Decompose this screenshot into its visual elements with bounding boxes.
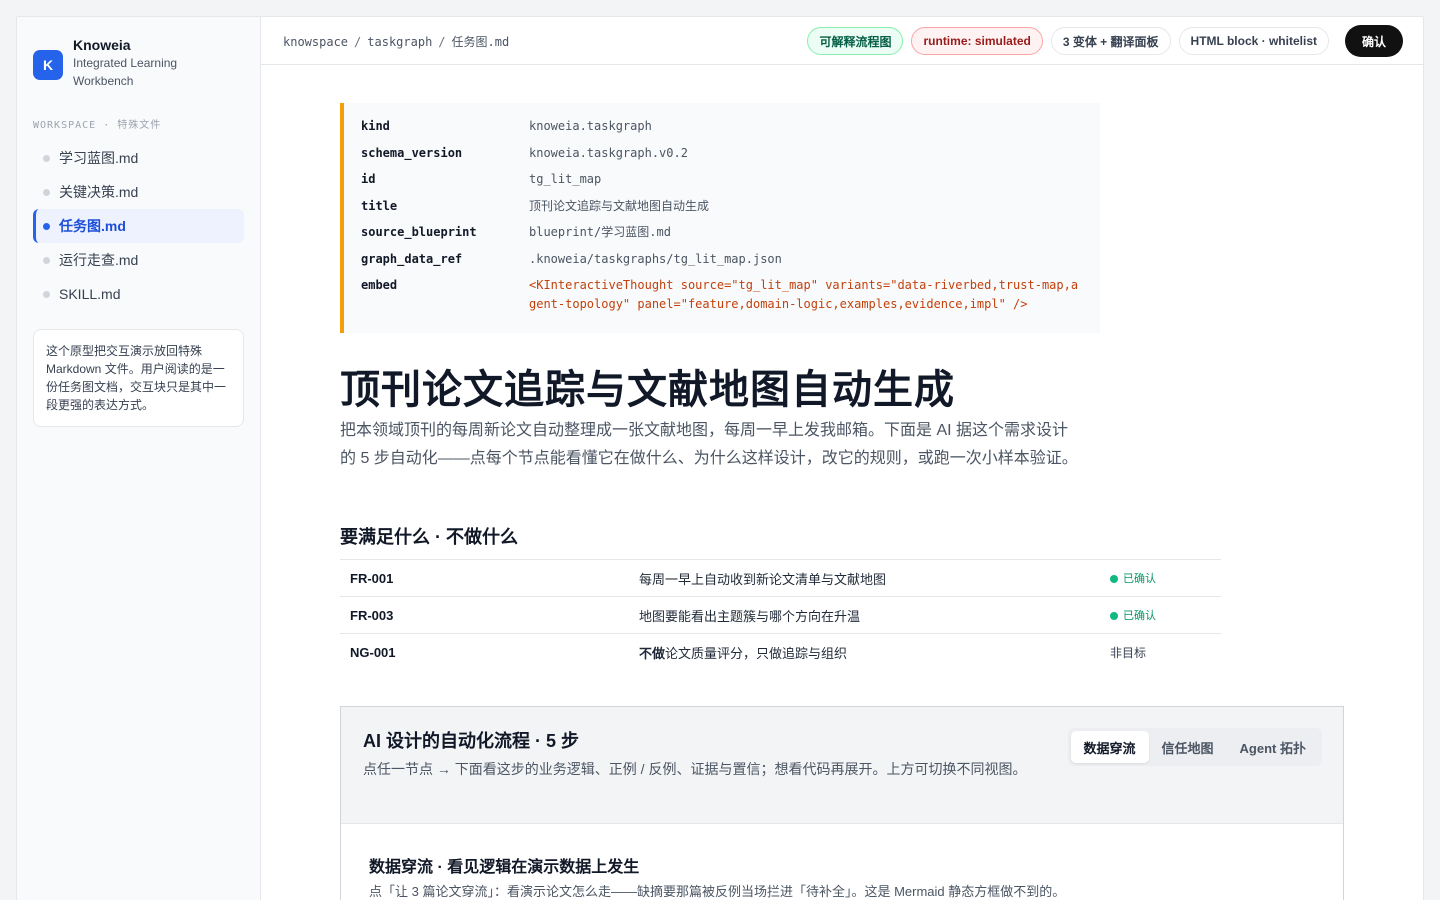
frontmatter-block: kind knoweia.taskgraph schema_version know…	[340, 103, 1100, 333]
workspace-section-label: WORKSPACE · 特殊文件	[33, 120, 162, 131]
table-row[interactable]: NG-001 不做论文质量评分，只做追踪与组织 非目标	[340, 633, 1221, 671]
confirm-button[interactable]: 确认	[1344, 25, 1403, 57]
sidebar-item-run-walkthrough[interactable]: 运行走查.md	[33, 243, 244, 277]
topbar: knowspace / taskgraph / 任务图.md 可解释流程图 runtim…	[261, 17, 1423, 65]
flow-description: 点任一节点 → 下面看这步的业务逻辑、正例 / 反例、证据与置信；想看代码再展开…	[363, 761, 1027, 777]
status-badge: 已确认	[1110, 559, 1221, 597]
tab-data-river[interactable]: 数据穿流	[1070, 731, 1149, 763]
brand-logo: K	[33, 50, 63, 80]
document-main: kind knoweia.taskgraph schema_version know…	[261, 65, 1423, 900]
sidebar-item-label: 运行走查.md	[59, 252, 139, 268]
confirmed-dot-icon	[1110, 612, 1118, 620]
requirements-heading: 要满足什么 · 不做什么	[340, 527, 518, 547]
flow-title: AI 设计的自动化流程 · 5 步	[363, 731, 580, 751]
view-tabs: 数据穿流 信任地图 Agent 拓扑	[1067, 728, 1322, 766]
file-list: 学习蓝图.md 关键决策.md 任务图.md 运行走查.md SKILL.md	[33, 141, 244, 311]
table-row[interactable]: FR-001 每周一早上自动收到新论文清单与文献地图 已确认	[340, 559, 1221, 597]
sidebar-item-label: 关键决策.md	[59, 184, 139, 200]
breadcrumb-item: 任务图.md	[451, 35, 510, 49]
sidebar-item-key-decisions[interactable]: 关键决策.md	[33, 175, 244, 209]
meta-row: graph_data_ref .knoweia/taskgraphs/tg_lit…	[361, 251, 782, 266]
file-dot-icon	[43, 222, 50, 230]
tab-agent-topology[interactable]: Agent 拓扑	[1227, 731, 1319, 763]
sidebar: K Knoweia Integrated Learning Workbench …	[17, 17, 261, 900]
requirements-table: FR-001 每周一早上自动收到新论文清单与文献地图 已确认 FR-003 地图…	[340, 559, 1221, 671]
status-badge: 非目标	[1110, 633, 1221, 671]
brand: K Knoweia Integrated Learning Workbench	[33, 36, 213, 90]
req-id: NG-001	[340, 633, 639, 671]
sidebar-item-learning-blueprint[interactable]: 学习蓝图.md	[33, 141, 244, 175]
flow-panel: AI 设计的自动化流程 · 5 步 点任一节点 → 下面看这步的业务逻辑、正例 …	[340, 706, 1344, 900]
table-row[interactable]: FR-003 地图要能看出主题簇与哪个方向在升温 已确认	[340, 596, 1221, 634]
breadcrumb-item[interactable]: taskgraph	[367, 35, 432, 49]
view-subtitle: 数据穿流 · 看见逻辑在演示数据上发生	[369, 859, 640, 876]
brand-name: Knoweia	[73, 37, 131, 53]
breadcrumb-item[interactable]: knowspace	[283, 35, 348, 49]
sidebar-item-taskgraph[interactable]: 任务图.md	[33, 209, 244, 243]
runtime-badge: runtime: simulated	[911, 27, 1043, 55]
status-pills: 可解释流程图 runtime: simulated 3 变体 + 翻译面板 HT…	[799, 25, 1403, 57]
meta-row: source_blueprint blueprint/学习蓝图.md	[361, 225, 671, 239]
file-dot-icon	[43, 188, 50, 196]
file-dot-icon	[43, 290, 50, 298]
embed-code: <KInteractiveThought source="tg_lit_map"…	[529, 278, 1079, 311]
meta-row: schema_version knoweia.taskgraph.v0.2	[361, 145, 688, 160]
page-title: 顶刊论文追踪与文献地图自动生成	[340, 368, 955, 412]
sidebar-item-label: 任务图.md	[59, 218, 126, 234]
meta-row: title 顶刊论文追踪与文献地图自动生成	[361, 198, 710, 213]
meta-row: embed <KInteractiveThought source="tg_lit…	[361, 276, 1080, 314]
req-desc: 每周一早上自动收到新论文清单与文献地图	[639, 559, 1110, 597]
variants-badge: 3 变体 + 翻译面板	[1050, 27, 1171, 55]
file-dot-icon	[43, 154, 50, 162]
req-id: FR-001	[340, 559, 639, 597]
req-desc: 地图要能看出主题簇与哪个方向在升温	[639, 596, 1110, 634]
tab-trust-map[interactable]: 信任地图	[1149, 731, 1227, 763]
view-description: 点「让 3 篇论文穿流」：看演示论文怎么走——缺摘要那篇被反例当场拦进「待补全」…	[369, 884, 1066, 899]
sidebar-item-skill[interactable]: SKILL.md	[33, 277, 244, 311]
req-id: FR-003	[340, 596, 639, 634]
flow-panel-header: AI 设计的自动化流程 · 5 步 点任一节点 → 下面看这步的业务逻辑、正例 …	[341, 707, 1343, 824]
app-window: K Knoweia Integrated Learning Workbench …	[16, 16, 1424, 900]
meta-row: id tg_lit_map	[361, 172, 602, 186]
page-lede: 把本领域顶刊的每周新论文自动整理成一张文献地图，每周一早上发我邮箱。下面是 AI…	[340, 422, 1078, 467]
sidebar-item-label: 学习蓝图.md	[59, 150, 139, 166]
file-dot-icon	[43, 256, 50, 264]
html-block-badge: HTML block · whitelist	[1178, 27, 1329, 55]
breadcrumb: knowspace / taskgraph / 任务图.md	[283, 35, 510, 49]
meta-row: kind knoweia.taskgraph	[361, 119, 652, 133]
sidebar-note: 这个原型把交互演示放回特殊 Markdown 文件。用户阅读的是一份任务图文档，…	[33, 329, 244, 427]
brand-subtitle: Integrated Learning Workbench	[73, 56, 178, 88]
confirmed-dot-icon	[1110, 575, 1118, 583]
explainable-flow-badge: 可解释流程图	[807, 27, 904, 55]
sidebar-item-label: SKILL.md	[59, 286, 121, 302]
status-badge: 已确认	[1110, 596, 1221, 634]
req-desc: 不做论文质量评分，只做追踪与组织	[639, 633, 1110, 671]
